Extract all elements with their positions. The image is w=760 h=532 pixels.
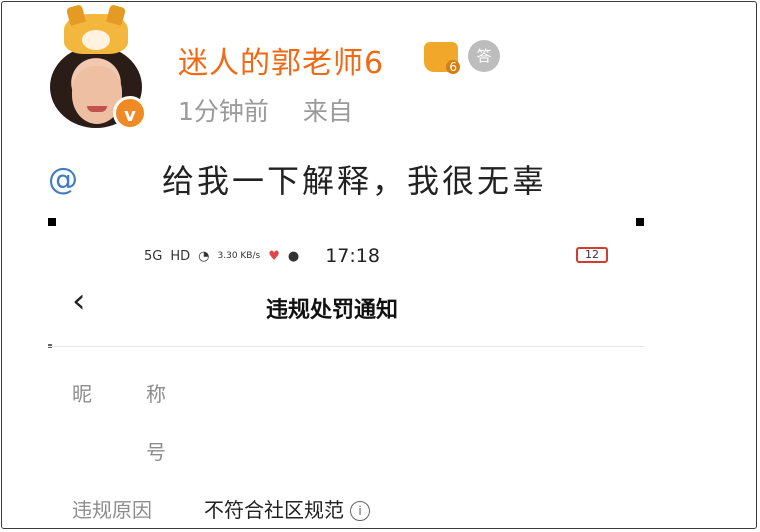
- violation-reason-value: 不符合社区规范 i: [204, 494, 370, 523]
- status-bar: 5G HD ◔ 3.30 KB/s ♥ ● 17:18: [144, 245, 380, 267]
- crop-corner-right: [636, 218, 644, 226]
- post-time: 1分钟前: [178, 97, 269, 126]
- status-time: 17:18: [325, 245, 380, 267]
- post-meta: 1分钟前 来自: [178, 92, 353, 128]
- dog-snout: [82, 30, 110, 50]
- nickname-label-first: 昵: [72, 382, 92, 406]
- crop-corner-left: [48, 218, 56, 226]
- violation-reason-label: 违规原因: [72, 498, 152, 522]
- speed-indicator: 3.30 KB/s: [217, 251, 261, 261]
- post-text: 给我一下解释，我很无辜: [162, 162, 548, 200]
- page-title: 违规处罚通知: [266, 298, 399, 323]
- back-arrow-icon[interactable]: ‹: [72, 284, 86, 318]
- level-number: 6: [446, 60, 460, 74]
- embedded-screenshot[interactable]: 5G HD ◔ 3.30 KB/s ♥ ● 17:18 12 ‹ 违规处罚通知 …: [48, 218, 644, 522]
- account-id-label: 号: [146, 440, 166, 464]
- header-divider: [48, 346, 644, 347]
- app-notification-icon: ♥: [268, 248, 280, 264]
- info-icon[interactable]: i: [350, 501, 370, 521]
- hd-icon: HD: [170, 248, 191, 264]
- wifi-icon: ◔: [198, 248, 210, 264]
- avatar-mouth: [87, 106, 107, 112]
- location-icon: ●: [287, 248, 300, 264]
- battery-icon: 12: [576, 247, 608, 263]
- nickname-label-second: 称: [146, 382, 166, 406]
- violation-reason-text: 不符合社区规范: [204, 498, 344, 522]
- answer-medal-icon[interactable]: 答: [468, 40, 500, 72]
- dog-pendant-icon: [64, 14, 128, 54]
- network-signal-icon: 5G: [144, 248, 163, 264]
- post-source-label: 来自: [302, 97, 353, 126]
- mention-link[interactable]: @: [48, 162, 78, 197]
- crown-level-icon[interactable]: 6: [424, 42, 460, 74]
- verified-badge-icon: v: [113, 96, 147, 130]
- username[interactable]: 迷人的郭老师6: [178, 38, 384, 82]
